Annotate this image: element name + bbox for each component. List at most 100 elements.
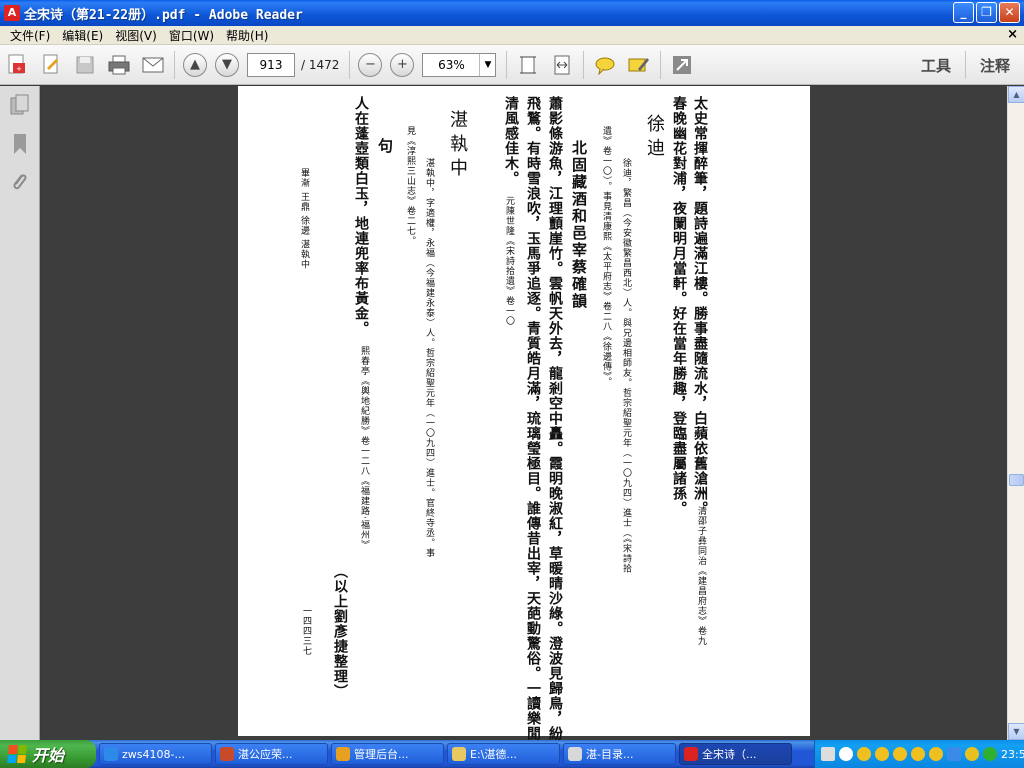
- zoom-in-icon[interactable]: +: [390, 52, 415, 77]
- taskbar-item[interactable]: 全宋诗（...: [679, 743, 792, 765]
- page-number-input[interactable]: 913: [247, 52, 295, 77]
- antivirus-icon[interactable]: [983, 747, 997, 761]
- taskbar: 开始 zws4108-... 湛公应荣... 管理后台... E:\湛德... 湛-目录…: [0, 740, 1024, 768]
- document-viewer[interactable]: 太史常揮醉筆，題詩遍滿江樓。勝事盡隨流水，白蘋依舊滄洲。 春晚幽花對浦，夜闌明月當…: [41, 86, 1007, 740]
- taskbar-item-label: 管理后台...: [354, 748, 409, 761]
- scroll-up-icon[interactable]: ▲: [1008, 86, 1024, 103]
- document-close-icon[interactable]: ×: [1007, 27, 1018, 42]
- zoom-value: 63%: [438, 57, 465, 72]
- menu-edit[interactable]: 编辑(E): [56, 27, 109, 44]
- highlight-icon[interactable]: [626, 52, 652, 78]
- tools-pane-button[interactable]: 工具: [907, 55, 965, 76]
- taskbar-item[interactable]: 湛公应荣...: [215, 743, 328, 765]
- network-icon[interactable]: [947, 747, 961, 761]
- chevron-left-icon[interactable]: [839, 747, 853, 761]
- fit-page-icon[interactable]: [515, 52, 541, 78]
- scroll-thumb[interactable]: [1009, 474, 1024, 486]
- attachment-icon[interactable]: [8, 170, 32, 194]
- app-icon: [104, 747, 118, 761]
- chevron-down-icon[interactable]: ▼: [479, 53, 495, 76]
- text-column: 人在蓬壺類白玉，地連兜率布黃金。: [353, 96, 369, 336]
- pdf-page: 太史常揮醉筆，題詩遍滿江樓。勝事盡隨流水，白蘋依舊滄洲。 春晚幽花對浦，夜闌明月當…: [238, 86, 810, 740]
- menu-help[interactable]: 帮助(H): [220, 27, 274, 44]
- navigation-panel: [0, 86, 40, 740]
- text-column: 清邵子彝同治《建昌府志》卷九: [696, 506, 706, 646]
- comment-icon[interactable]: [592, 52, 618, 78]
- clock: 23:55: [1001, 747, 1024, 761]
- system-tray: 23:55: [814, 740, 1024, 768]
- zoom-out-icon[interactable]: −: [358, 52, 383, 77]
- task-list: zws4108-... 湛公应荣... 管理后台... E:\湛德... 湛-目录...…: [96, 743, 792, 765]
- toolbar-separator: [660, 50, 662, 79]
- toolbar-separator: [506, 50, 508, 79]
- scroll-down-icon[interactable]: ▼: [1008, 723, 1024, 740]
- text-column: 句: [376, 138, 394, 155]
- app-icon: [220, 747, 234, 761]
- start-label: 开始: [32, 746, 65, 765]
- text-column: 飛鶩。有時雪浪吹，玉馬爭追逐。青質皓月滿，琉璃瑩極目。誰傳昔出宰，天葩動驚俗。一…: [525, 96, 541, 740]
- taskbar-item[interactable]: 湛-目录...: [563, 743, 676, 765]
- qq-icon[interactable]: [875, 747, 889, 761]
- qq-icon[interactable]: [893, 747, 907, 761]
- text-column: 蕭影條游魚，江理顫崖竹。雲帆天外去，龍剎空中矗。霞明晚淑紅，草暖晴沙綠。澄波見歸…: [547, 96, 563, 740]
- toolbar: + ▲ ▼ 913 / 1472 − + 63% ▼ 工具 注释: [0, 45, 1024, 85]
- zoom-select[interactable]: 63% ▼: [422, 52, 497, 77]
- taskbar-item[interactable]: 管理后台...: [331, 743, 444, 765]
- next-page-icon[interactable]: ▼: [215, 52, 239, 77]
- taskbar-item-label: 全宋诗（...: [702, 748, 757, 761]
- shield-icon[interactable]: [965, 747, 979, 761]
- text-column: 湛執中，字適權，永福（今福建永泰）人。哲宗紹聖元年（一〇九四）進士。官終寺丞。事: [424, 158, 434, 558]
- text-column: 清風感佳木。: [503, 96, 519, 186]
- taskbar-item-label: zws4108-...: [122, 747, 185, 761]
- qq-icon[interactable]: [929, 747, 943, 761]
- email-icon[interactable]: [140, 52, 166, 78]
- minimize-button[interactable]: _: [953, 2, 974, 23]
- text-column: 《輿地紀勝》卷一二八《福建路·福州》: [359, 376, 369, 550]
- close-button[interactable]: ✕: [999, 2, 1020, 23]
- text-column: 徐迪: [644, 114, 665, 162]
- toolbar-separator: [174, 50, 175, 79]
- menu-file[interactable]: 文件(F): [4, 27, 56, 44]
- taskbar-item-label: 湛-目录...: [586, 748, 634, 761]
- maximize-button[interactable]: ❐: [976, 2, 997, 23]
- page-total: / 1472: [301, 57, 340, 72]
- app-icon: [568, 747, 582, 761]
- taskbar-item-label: E:\湛德...: [470, 748, 517, 761]
- menu-view[interactable]: 视图(V): [109, 27, 163, 44]
- svg-text:+: +: [16, 65, 22, 73]
- taskbar-item[interactable]: zws4108-...: [99, 743, 212, 765]
- pages-thumbnail-icon[interactable]: [8, 94, 32, 118]
- app-icon: [452, 747, 466, 761]
- app-icon: [684, 747, 698, 761]
- comment-pane-button[interactable]: 注释: [966, 55, 1024, 76]
- text-column: 太史常揮醉筆，題詩遍滿江樓。勝事盡隨流水，白蘋依舊滄洲。: [692, 96, 708, 516]
- edit-document-icon[interactable]: [38, 52, 64, 78]
- text-column: 湛執中: [447, 110, 468, 182]
- text-column: 徐迪，繁昌（今安徽繁昌西北）人。與兄邊相師友。哲宗紹聖元年（一〇九四）進士（《宋…: [621, 158, 631, 574]
- text-column: （以上劉彥捷整理）: [332, 564, 348, 699]
- menu-window[interactable]: 窗口(W): [163, 27, 220, 44]
- toolbar-separator: [583, 50, 585, 79]
- bookmark-icon[interactable]: [8, 132, 32, 156]
- qq-icon[interactable]: [857, 747, 871, 761]
- fit-width-icon[interactable]: [549, 52, 575, 78]
- previous-page-icon[interactable]: ▲: [183, 52, 207, 77]
- text-column: 春晚幽花對浦，夜闌明月當軒。好在當年勝趣，登臨盡屬諸孫。: [671, 96, 687, 516]
- text-column: 元陳世隆《宋詩拾遺》卷一〇: [504, 196, 514, 326]
- save-icon[interactable]: [72, 52, 98, 78]
- print-icon[interactable]: [106, 52, 132, 78]
- windows-flag-icon: [7, 745, 27, 763]
- title-bar[interactable]: A 全宋诗（第21-22册）.pdf - Adobe Reader _ ❐ ✕: [0, 0, 1024, 26]
- create-pdf-icon[interactable]: +: [4, 52, 30, 78]
- text-column: 畢漸 王鼎 徐邊 湛執中: [299, 168, 309, 270]
- taskbar-item[interactable]: E:\湛德...: [447, 743, 560, 765]
- vertical-scrollbar[interactable]: ▲ ▼: [1007, 86, 1024, 740]
- expand-icon[interactable]: [669, 52, 695, 78]
- taskbar-item-label: 湛公应荣...: [238, 748, 293, 761]
- app-icon: [336, 747, 350, 761]
- text-column: 遺》卷一〇）。事見清康熙《太平府志》卷二八《徐邊傳》。: [601, 126, 611, 387]
- qq-icon[interactable]: [911, 747, 925, 761]
- keyboard-icon[interactable]: [821, 747, 835, 761]
- start-button[interactable]: 开始: [0, 740, 96, 768]
- text-column: 見《淳熙三山志》卷二七。: [405, 126, 415, 246]
